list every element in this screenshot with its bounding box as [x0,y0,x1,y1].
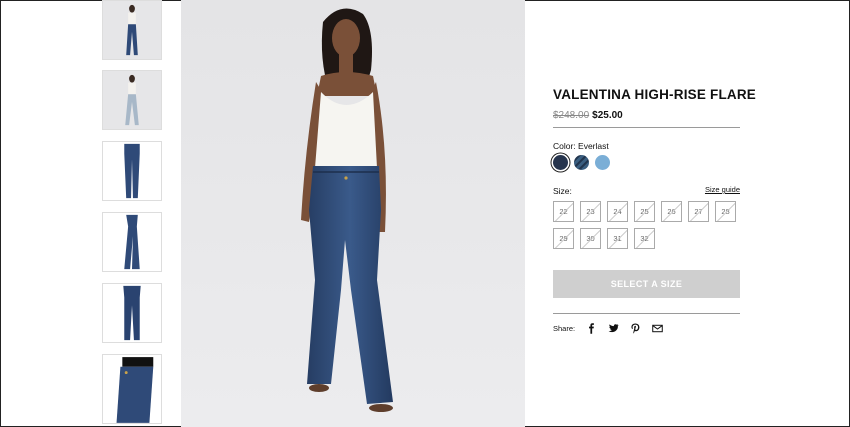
size-option[interactable]: 26 [661,201,682,222]
thumbnail-1[interactable] [102,0,162,60]
size-option[interactable]: 30 [580,228,601,249]
color-swatches [553,155,610,170]
price: $248.00 $25.00 [553,110,623,121]
size-options: 22 23 24 25 26 27 28 29 30 31 32 [553,201,743,249]
main-product-image[interactable] [181,0,525,427]
color-swatch-2[interactable] [574,155,589,170]
size-guide-link[interactable]: Size guide [705,185,740,194]
twitter-icon[interactable] [606,321,620,335]
size-option[interactable]: 22 [553,201,574,222]
original-price: $248.00 [553,110,590,121]
facebook-icon[interactable] [584,321,598,335]
divider [553,127,740,128]
thumbnail-2[interactable] [102,70,162,130]
thumbnail-3[interactable] [102,141,162,201]
size-label: Size: [553,186,572,196]
size-option[interactable]: 31 [607,228,628,249]
color-label: Color: Everlast [553,141,609,151]
size-option[interactable]: 27 [688,201,709,222]
share-label: Share: [553,323,576,333]
thumbnail-6[interactable] [102,354,162,424]
pinterest-icon[interactable] [628,321,642,335]
color-swatch-3[interactable] [595,155,610,170]
size-option[interactable]: 28 [715,201,736,222]
size-option[interactable]: 29 [553,228,574,249]
size-option[interactable]: 24 [607,201,628,222]
email-icon[interactable] [650,321,664,335]
size-option[interactable]: 32 [634,228,655,249]
thumbnail-5[interactable] [102,283,162,343]
sale-price: $25.00 [592,110,623,121]
select-size-button[interactable]: SELECT A SIZE [553,270,740,298]
thumbnail-4[interactable] [102,212,162,272]
size-option[interactable]: 25 [634,201,655,222]
size-option[interactable]: 23 [580,201,601,222]
share-row: Share: [553,321,672,335]
divider [553,313,740,314]
product-title: VALENTINA HIGH-RISE FLARE [553,87,756,102]
color-swatch-1[interactable] [553,155,568,170]
